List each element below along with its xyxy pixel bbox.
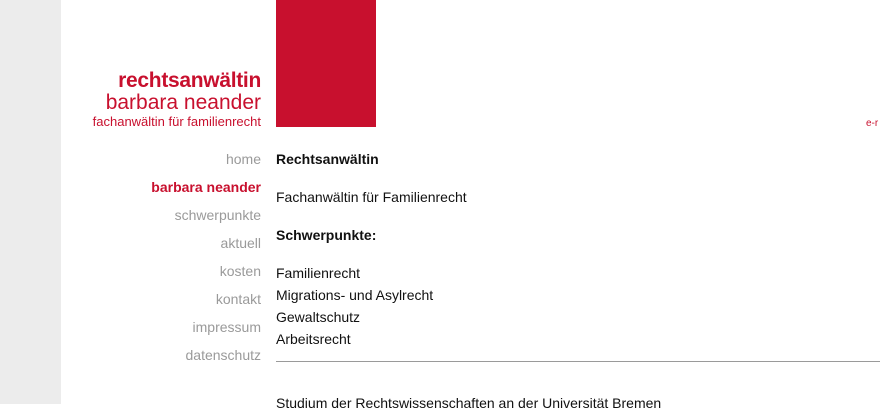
list-item: Arbeitsrecht [276,331,351,347]
nav-item-aktuell[interactable]: aktuell [151,234,261,262]
nav-item-impressum[interactable]: impressum [151,318,261,346]
nav-item-datenschutz[interactable]: datenschutz [151,346,262,374]
logo-title: rechtsanwältin [118,69,261,92]
nav-item-schwerpunkte[interactable]: schwerpunkte [151,206,261,234]
email-link-fragment[interactable]: e-r [866,118,878,129]
list-item: Gewaltschutz [276,309,361,325]
page-subtitle: Fachanwältin für Familienrecht [276,189,467,205]
list-item: Migrations- und Asylrecht [276,287,434,303]
logo-name: barbara neander [105,91,261,114]
logo-subtitle: fachanwältin für familienrecht [92,114,261,129]
focus-heading: Schwerpunkte: [276,227,377,243]
left-margin-strip [0,0,61,404]
nav-item-barbara-neander[interactable]: barbara neander [151,178,261,206]
list-item: Familienrecht [276,265,361,281]
site-logo[interactable]: rechtsanwältin barbara neander fachanwäl… [92,69,262,129]
brand-color-block [276,0,376,127]
nav-item-home[interactable]: home [151,150,261,178]
main-content: Rechtsanwältin Fachanwältin für Familien… [276,150,880,352]
nav-item-kontakt[interactable]: kontakt [151,290,261,318]
content-divider [276,361,880,362]
page-heading: Rechtsanwältin [276,151,379,167]
main-navigation: home barbara neander schwerpunkte aktuel… [151,150,261,374]
study-text: Studium der Rechtswissenschaften an der … [276,395,662,411]
nav-item-kosten[interactable]: kosten [151,262,261,290]
focus-list: Familienrecht Migrations- und Asylrecht … [276,264,880,352]
